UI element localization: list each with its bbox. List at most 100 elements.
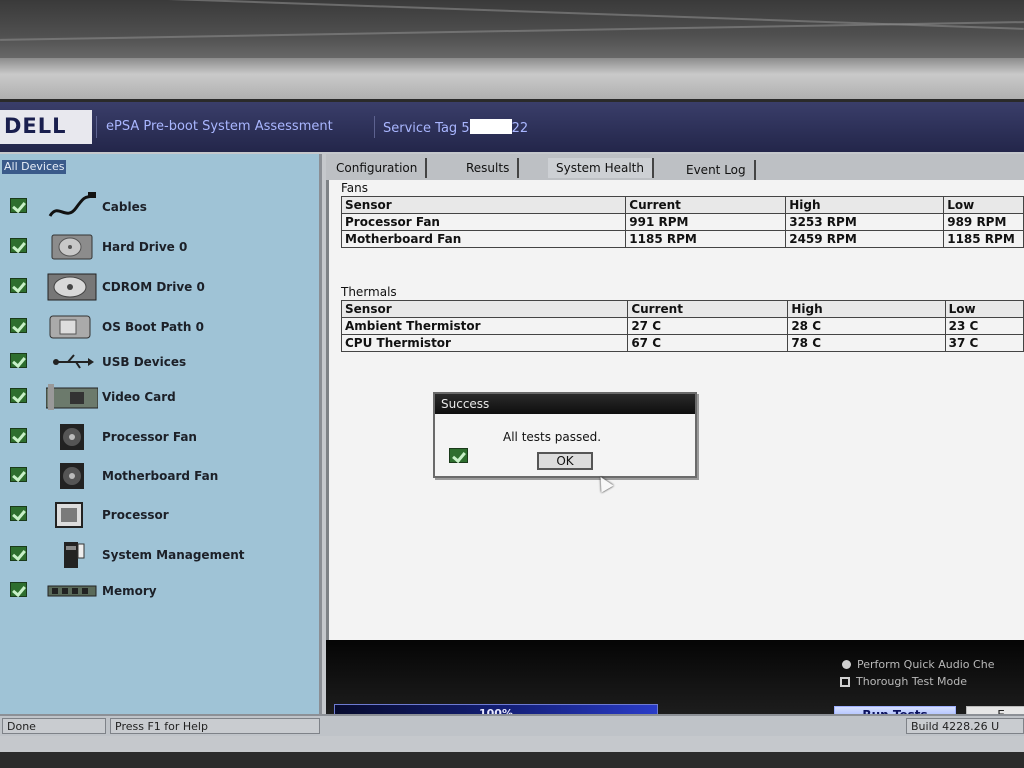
tab-bar: Configuration Results System Health Even…: [326, 154, 1024, 180]
checkbox[interactable]: [840, 677, 850, 687]
redaction-box: [469, 119, 512, 134]
device-label: System Management: [102, 548, 245, 562]
device-label: Processor Fan: [102, 430, 197, 444]
check-icon: [10, 582, 27, 597]
device-label: Processor: [102, 508, 169, 522]
table-header-row: Sensor Current High Low: [340, 300, 1024, 318]
option-label: Perform Quick Audio Che: [857, 658, 995, 671]
service-tag: Service Tag 5 22: [383, 119, 528, 136]
table-cell: 27 C: [627, 317, 789, 335]
device-item-cables[interactable]: Cables: [10, 192, 310, 222]
video-card-icon: [45, 382, 99, 412]
device-item-os-boot-path[interactable]: OS Boot Path 0: [10, 312, 310, 342]
table-row: Processor Fan 991 RPM 3253 RPM 989 RPM: [340, 213, 1024, 231]
table-cell: 1185 RPM: [943, 230, 1024, 248]
check-icon: [10, 278, 27, 293]
app-title: ePSA Pre-boot System Assessment: [106, 119, 333, 134]
device-item-memory[interactable]: Memory: [10, 576, 310, 606]
table-cell: Ambient Thermistor: [340, 317, 629, 335]
column-header: High: [785, 196, 945, 214]
tab-results[interactable]: Results: [458, 158, 520, 178]
column-header: Sensor: [340, 300, 629, 318]
system-management-icon: [46, 540, 98, 570]
check-icon: [10, 388, 27, 403]
check-icon: [10, 546, 27, 561]
device-item-video-card[interactable]: Video Card: [10, 382, 310, 412]
device-list-panel: All Devices Cables Hard Drive 0 CDROM Dr…: [0, 154, 322, 720]
screen: DELL ePSA Pre-boot System Assessment Ser…: [0, 102, 1024, 754]
check-icon: [10, 353, 27, 368]
monitor-bezel-bottom: [0, 752, 1024, 768]
device-label: USB Devices: [102, 355, 187, 369]
column-header: Current: [625, 196, 787, 214]
thermals-table: Sensor Current High Low Ambient Thermist…: [340, 300, 1024, 352]
memory-icon: [46, 576, 98, 606]
dialog-title[interactable]: Success: [435, 394, 695, 414]
processor-icon: [46, 500, 98, 530]
check-icon: [10, 198, 27, 213]
option-label: Thorough Test Mode: [856, 675, 967, 688]
check-icon: [10, 238, 27, 253]
fans-section-title: Fans: [341, 181, 369, 195]
table-row: CPU Thermistor 67 C 78 C 37 C: [340, 334, 1024, 352]
device-item-processor-fan[interactable]: Processor Fan: [10, 422, 310, 452]
cdrom-icon: [46, 272, 98, 302]
check-icon: [10, 318, 27, 333]
device-label: Motherboard Fan: [102, 469, 219, 483]
table-cell: 78 C: [787, 334, 946, 352]
dell-logo: DELL: [0, 110, 92, 144]
table-cell: 67 C: [627, 334, 789, 352]
cable-icon: [46, 192, 98, 222]
check-icon: [449, 448, 468, 463]
device-label: Cables: [102, 200, 147, 214]
table-row: Motherboard Fan 1185 RPM 2459 RPM 1185 R…: [340, 230, 1024, 248]
thorough-mode-option[interactable]: Thorough Test Mode: [840, 675, 967, 688]
thermals-section-title: Thermals: [341, 285, 397, 299]
service-tag-suffix: 22: [511, 121, 529, 136]
device-item-processor[interactable]: Processor: [10, 500, 310, 530]
device-item-cdrom[interactable]: CDROM Drive 0: [10, 272, 310, 302]
test-controls-panel: Perform Quick Audio Che Thorough Test Mo…: [326, 640, 1024, 714]
table-cell: Motherboard Fan: [340, 230, 627, 248]
device-item-hard-drive[interactable]: Hard Drive 0: [10, 232, 310, 262]
usb-icon: [46, 347, 98, 377]
ok-button[interactable]: OK: [537, 452, 593, 470]
table-cell: 991 RPM: [625, 213, 787, 231]
header-bar: DELL ePSA Pre-boot System Assessment Ser…: [0, 102, 1024, 152]
device-item-usb[interactable]: USB Devices: [10, 347, 310, 377]
status-help: Press F1 for Help: [110, 718, 320, 734]
room-background: [0, 0, 1024, 60]
monitor-bezel-top: [0, 58, 1024, 102]
success-dialog: Success All tests passed. OK: [433, 392, 697, 478]
table-cell: 28 C: [787, 317, 946, 335]
table-row: Ambient Thermistor 27 C 28 C 23 C: [340, 317, 1024, 335]
hard-drive-icon: [46, 232, 98, 262]
device-label: Video Card: [102, 390, 176, 404]
tab-configuration[interactable]: Configuration: [328, 158, 428, 178]
radio-icon[interactable]: [842, 660, 851, 669]
tab-system-health[interactable]: System Health: [548, 158, 654, 178]
column-header: Sensor: [340, 196, 627, 214]
table-header-row: Sensor Current High Low: [340, 196, 1024, 214]
all-devices-heading[interactable]: All Devices: [2, 160, 67, 174]
table-cell: 989 RPM: [943, 213, 1024, 231]
device-item-motherboard-fan[interactable]: Motherboard Fan: [10, 461, 310, 491]
column-header: High: [787, 300, 946, 318]
fans-table: Sensor Current High Low Processor Fan 99…: [340, 196, 1024, 248]
device-label: OS Boot Path 0: [102, 320, 204, 334]
table-cell: 23 C: [944, 317, 1024, 335]
fan-icon: [46, 422, 98, 452]
status-bar: Done Press F1 for Help Build 4228.26 U: [0, 714, 1024, 736]
quick-audio-option[interactable]: Perform Quick Audio Che: [842, 658, 994, 671]
fan-icon: [46, 461, 98, 491]
table-cell: 3253 RPM: [785, 213, 945, 231]
device-item-system-management[interactable]: System Management: [10, 540, 310, 570]
table-cell: Processor Fan: [340, 213, 627, 231]
check-icon: [10, 467, 27, 482]
table-cell: 37 C: [944, 334, 1024, 352]
service-tag-prefix: Service Tag 5: [383, 121, 470, 136]
dialog-message: All tests passed.: [503, 430, 602, 444]
tab-event-log[interactable]: Event Log: [678, 160, 756, 180]
device-label: Hard Drive 0: [102, 240, 188, 254]
column-header: Low: [944, 300, 1024, 318]
